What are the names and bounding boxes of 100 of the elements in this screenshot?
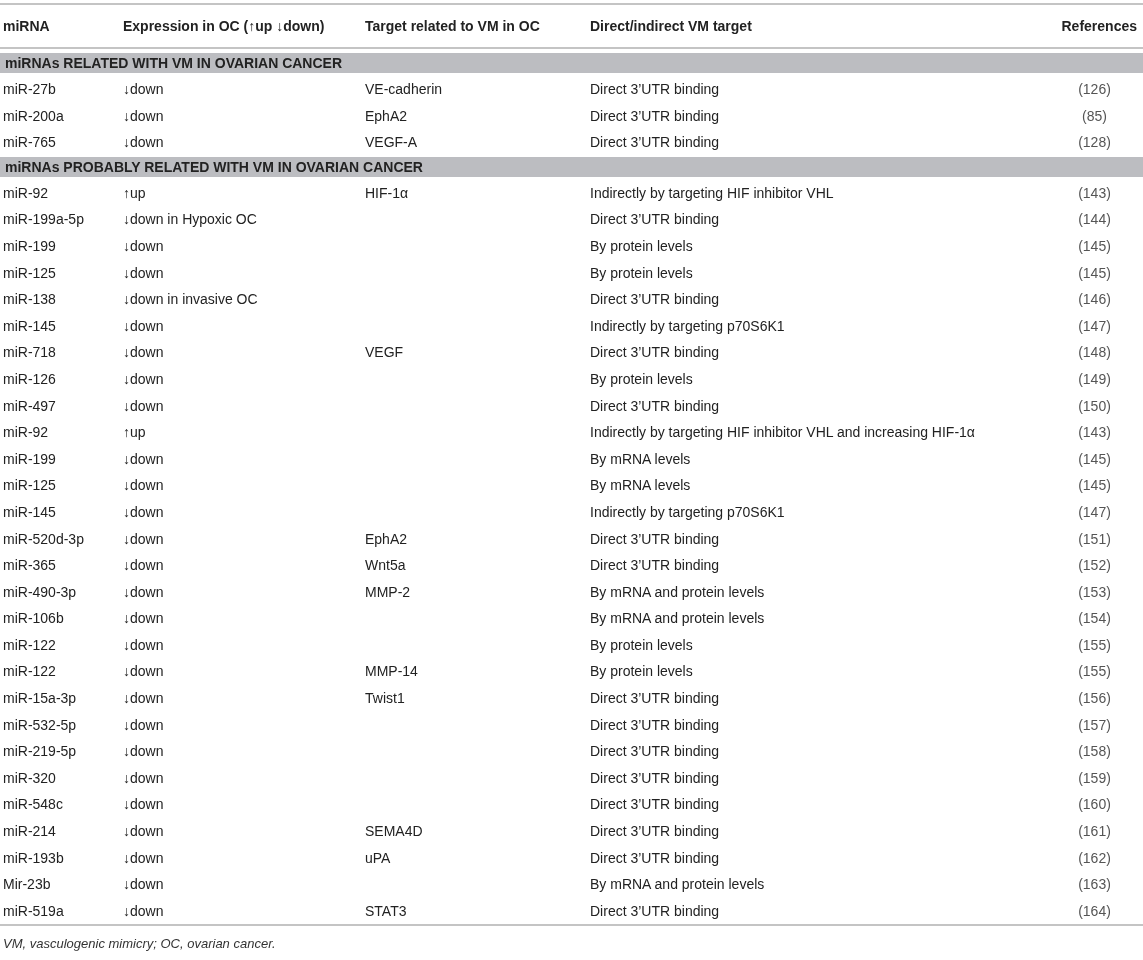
table-cell-text: Indirectly by targeting p70S6K1	[589, 502, 786, 522]
table-cell-text: ↓down	[122, 848, 165, 868]
table-cell-text: By protein levels	[589, 236, 694, 256]
reference-link[interactable]: (145)	[1043, 232, 1143, 260]
table-cell-text: ↓down	[122, 133, 165, 153]
table-cell-text: Direct 3’UTR binding	[589, 689, 721, 709]
table-cell-text: ↑up	[122, 183, 147, 203]
reference-link[interactable]: (145)	[1043, 445, 1143, 473]
reference-link[interactable]: (149)	[1043, 365, 1143, 393]
reference-link[interactable]: (158)	[1043, 738, 1143, 765]
table-cell-text: ↓down	[122, 449, 165, 469]
reference-link[interactable]: (144)	[1043, 206, 1143, 233]
reference-link[interactable]: (145)	[1043, 259, 1143, 287]
table-cell-text: miR-138	[2, 290, 57, 310]
table-cell-text: ↓down	[122, 529, 165, 549]
reference-link[interactable]: (143)	[1043, 179, 1143, 207]
table-cell-text: ↓down	[122, 662, 165, 682]
table-cell-text: Indirectly by targeting HIF inhibitor VHL	[589, 183, 835, 203]
table-cell-text: ↓down	[122, 369, 165, 389]
table-cell-text: Direct 3’UTR binding	[589, 556, 721, 576]
table-cell-text: ↓down	[122, 236, 165, 256]
table-cell-text: miR-199	[2, 236, 57, 256]
reference-link[interactable]: (152)	[1043, 552, 1143, 579]
table-cell-text: VEGF-A	[364, 133, 419, 153]
table-cell-text: STAT3	[364, 901, 408, 921]
reference-link[interactable]: (164)	[1043, 897, 1143, 925]
table-cell-text: miR-145	[2, 502, 57, 522]
reference-link[interactable]: (156)	[1043, 685, 1143, 712]
table-cell-text: miR-106b	[2, 609, 65, 629]
reference-link[interactable]: (159)	[1043, 764, 1143, 792]
table-cell-text: ↓down	[122, 822, 165, 842]
table-cell-text: EphA2	[364, 106, 409, 126]
table-cell-text: Direct 3’UTR binding	[589, 742, 721, 762]
table-cell-text: Wnt5a	[364, 556, 407, 576]
table-cell-text: Twist1	[364, 689, 406, 709]
reference-link[interactable]: (147)	[1043, 312, 1143, 340]
table-cell-text: ↓down	[122, 715, 165, 735]
table-cell-text: ↓down	[122, 689, 165, 709]
table-cell-text: miR-490-3p	[2, 582, 78, 602]
reference-link[interactable]: (143)	[1043, 419, 1143, 446]
table-cell-text: ↓down	[122, 263, 165, 283]
reference-link[interactable]: (126)	[1043, 76, 1143, 103]
table-cell-text: miR-122	[2, 662, 57, 682]
table-cell-text: miR-92	[2, 183, 50, 203]
table-cell-text: miR-548c	[2, 795, 64, 815]
table-cell-text: By mRNA and protein levels	[589, 582, 766, 602]
table-cell-text: ↓down	[122, 343, 165, 363]
table-cell-text: By protein levels	[589, 263, 694, 283]
table-cell-text: ↓down	[122, 582, 165, 602]
reference-link[interactable]: (146)	[1043, 286, 1143, 313]
table-cell-text: Direct 3’UTR binding	[589, 529, 721, 549]
reference-link[interactable]: (155)	[1043, 658, 1143, 686]
table-cell-text: By mRNA and protein levels	[589, 875, 766, 895]
table-cell-text: Direct 3’UTR binding	[589, 848, 721, 868]
table-cell-text: VE-cadherin	[364, 80, 444, 99]
reference-link[interactable]: (154)	[1043, 605, 1143, 632]
reference-link[interactable]: (155)	[1043, 631, 1143, 659]
table-cell-text: Direct 3’UTR binding	[589, 343, 721, 363]
table-cell-text: ↓down	[122, 795, 165, 815]
section-header: miRNAs RELATED WITH VM IN OVARIAN CANCER	[0, 53, 1143, 73]
table-cell-text: Indirectly by targeting p70S6K1	[589, 316, 786, 336]
reference-link[interactable]: (85)	[1043, 102, 1143, 130]
table-cell-text: miR-199a-5p	[2, 210, 85, 230]
table-cell-text: HIF-1α	[364, 183, 410, 203]
reference-link[interactable]: (157)	[1043, 711, 1143, 739]
table-cell-text: By protein levels	[589, 635, 694, 655]
reference-link[interactable]: (162)	[1043, 844, 1143, 872]
table-cell-text: miR-320	[2, 768, 57, 788]
table-cell-text: Direct 3’UTR binding	[589, 80, 721, 99]
reference-link[interactable]: (148)	[1043, 339, 1143, 366]
table-cell-text: ↓down in Hypoxic OC	[122, 210, 258, 230]
table-cell-text: Direct 3’UTR binding	[589, 822, 721, 842]
table-cell-text: miR-765	[2, 133, 57, 153]
reference-link[interactable]: (163)	[1043, 871, 1143, 898]
reference-link[interactable]: (153)	[1043, 578, 1143, 606]
reference-link[interactable]: (160)	[1043, 791, 1143, 819]
reference-link[interactable]: (151)	[1043, 525, 1143, 553]
table-cell-text: ↓down	[122, 556, 165, 576]
table-cell-text: miR-92	[2, 423, 50, 443]
reference-link[interactable]: (150)	[1043, 392, 1143, 420]
reference-link[interactable]: (161)	[1043, 818, 1143, 845]
table-cell-text: miR-365	[2, 556, 57, 576]
table-cell-text: miR-519a	[2, 901, 65, 921]
table-cell-text: By mRNA levels	[589, 449, 692, 469]
table-cell-text: miR-145	[2, 316, 57, 336]
table-cell-text: ↓down	[122, 609, 165, 629]
reference-link[interactable]: (145)	[1043, 472, 1143, 499]
reference-link[interactable]: (147)	[1043, 498, 1143, 526]
table-cell-text: Direct 3’UTR binding	[589, 768, 721, 788]
reference-link[interactable]: (128)	[1043, 129, 1143, 156]
table-cell-text: miR-200a	[2, 106, 65, 126]
table-cell-text: ↓down	[122, 106, 165, 126]
column-header: Target related to VM in OC	[362, 5, 587, 49]
column-header: Expression in OC (↑up ↓down)	[120, 5, 362, 49]
table-cell-text: Direct 3’UTR binding	[589, 396, 721, 416]
table-cell-text: Direct 3’UTR binding	[589, 106, 721, 126]
table-cell-text: By protein levels	[589, 369, 694, 389]
table-cell-text: SEMA4D	[364, 822, 424, 842]
table-cell-text: miR-718	[2, 343, 57, 363]
table-cell-text: Direct 3’UTR binding	[589, 133, 721, 153]
